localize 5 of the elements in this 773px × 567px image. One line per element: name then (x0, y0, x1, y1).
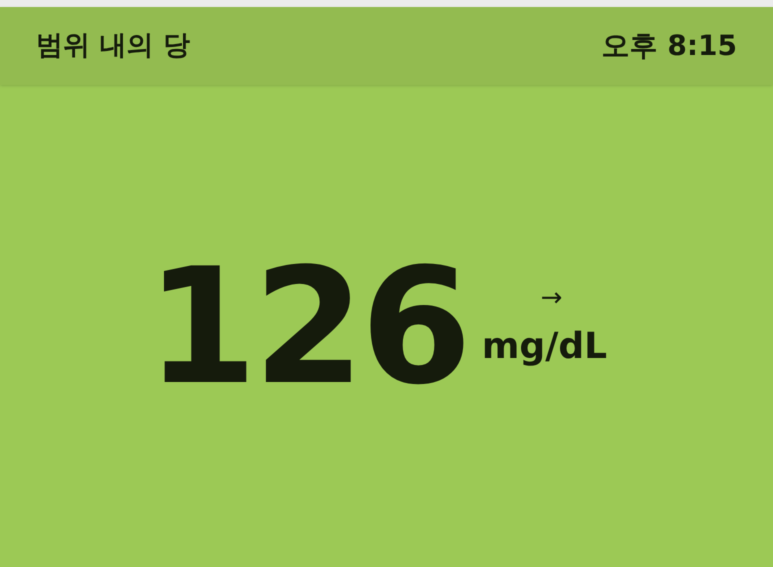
glucose-value: 126 (146, 247, 468, 407)
header-title: 범위 내의 당 (36, 28, 190, 63)
unit-label: mg/dL (482, 329, 608, 365)
time-label: 오후 8:15 (602, 28, 737, 64)
trend-arrow: → (540, 285, 562, 311)
